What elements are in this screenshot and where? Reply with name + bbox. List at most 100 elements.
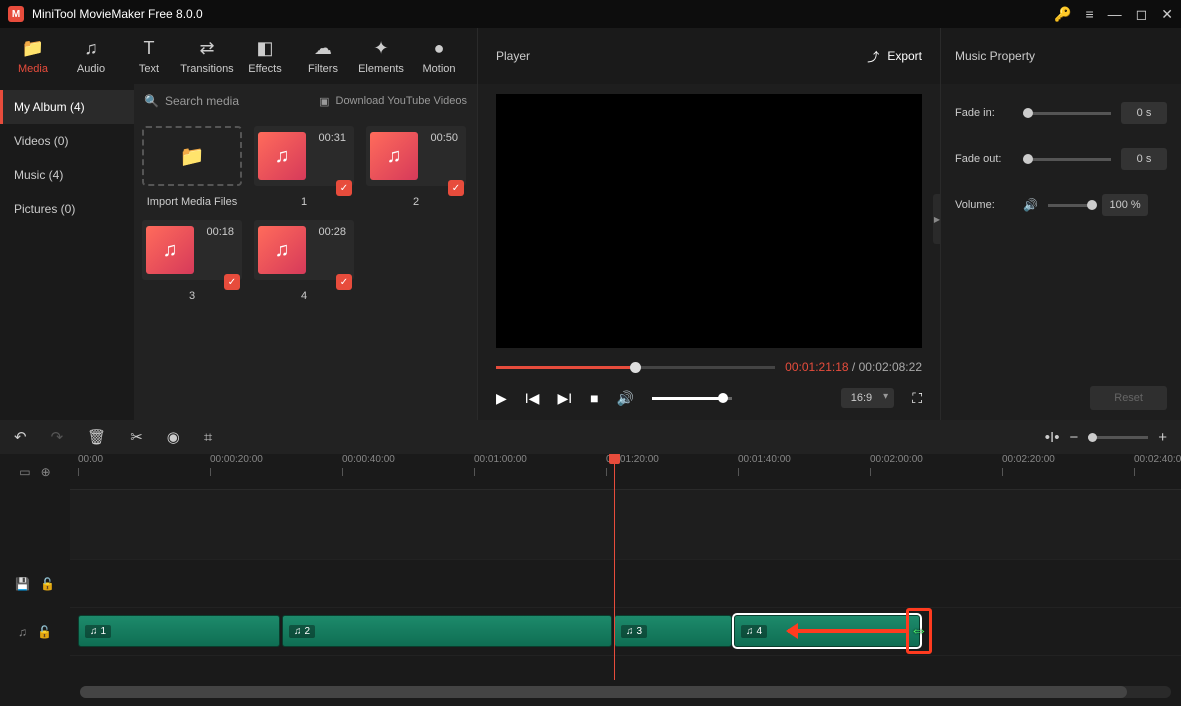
- app-title: MiniTool MovieMaker Free 8.0.0: [32, 7, 203, 21]
- lock-music-icon[interactable]: 🔓: [37, 625, 52, 639]
- album-myalbum[interactable]: My Album (4): [0, 90, 134, 124]
- crop-button[interactable]: ⌗: [204, 429, 212, 446]
- stop-button[interactable]: ■: [590, 390, 598, 406]
- tab-media[interactable]: 📁Media: [4, 28, 62, 84]
- video-track[interactable]: [70, 490, 1181, 560]
- check-icon: ✓: [224, 274, 240, 290]
- redo-button[interactable]: ↷: [51, 428, 64, 446]
- music-clip-2[interactable]: ♫ 2: [282, 615, 612, 647]
- check-icon: ✓: [336, 180, 352, 196]
- fade-out-value[interactable]: 0 s: [1121, 148, 1167, 170]
- tab-motion[interactable]: ●Motion: [410, 28, 468, 84]
- music-track[interactable]: ♫ 1 ♫ 2 ♫ 3 ♫ 4 ⇔: [70, 608, 1181, 656]
- tab-audio[interactable]: ♫Audio: [62, 28, 120, 84]
- youtube-icon: ▣: [319, 95, 329, 108]
- album-list: My Album (4) Videos (0) Music (4) Pictur…: [0, 84, 134, 420]
- zoom-out-button[interactable]: −: [1069, 429, 1078, 446]
- speed-button[interactable]: ◉: [167, 428, 180, 446]
- titlebar: M MiniTool MovieMaker Free 8.0.0 🔑 ≡ — ◻…: [0, 0, 1181, 28]
- undo-button[interactable]: ↶: [14, 428, 27, 446]
- music-icon: ♫: [84, 38, 98, 59]
- music-note-icon: ♫: [258, 132, 306, 180]
- app-logo: M: [8, 6, 24, 22]
- video-preview[interactable]: [496, 94, 922, 348]
- trim-cursor-icon: ⇔: [910, 620, 928, 641]
- fit-zoom-button[interactable]: •I•: [1045, 429, 1060, 446]
- transitions-icon: ⇄: [199, 38, 214, 59]
- timeline-ruler[interactable]: 00:00 00:00:20:00 00:00:40:00 00:01:00:0…: [70, 454, 1181, 490]
- playback-time: 00:01:21:18 / 00:02:08:22: [785, 360, 922, 374]
- volume-prop-value[interactable]: 100 %: [1102, 194, 1148, 216]
- menu-icon[interactable]: ≡: [1085, 6, 1093, 22]
- folder-plus-icon: 📁: [180, 144, 205, 169]
- media-item-2[interactable]: ♫00:50✓ 2: [366, 126, 466, 208]
- minimize-icon[interactable]: —: [1108, 6, 1122, 22]
- close-icon[interactable]: ✕: [1161, 6, 1173, 23]
- music-note-icon: ♫: [370, 132, 418, 180]
- search-media[interactable]: 🔍 Search media: [144, 94, 239, 108]
- fade-in-slider[interactable]: [1023, 112, 1111, 115]
- import-media-card[interactable]: 📁 Import Media Files: [142, 126, 242, 208]
- zoom-slider[interactable]: [1088, 436, 1148, 439]
- download-youtube-link[interactable]: ▣ Download YouTube Videos: [319, 95, 467, 108]
- fade-in-label: Fade in:: [955, 107, 1013, 119]
- maximize-icon[interactable]: ◻: [1136, 6, 1148, 23]
- music-track-icon: ♫: [18, 625, 27, 639]
- volume-prop-slider[interactable]: [1048, 204, 1092, 207]
- fade-in-value[interactable]: 0 s: [1121, 102, 1167, 124]
- check-icon: ✓: [448, 180, 464, 196]
- thumbnail-add-icon[interactable]: ⊕: [41, 465, 51, 479]
- zoom-in-button[interactable]: +: [1158, 429, 1167, 446]
- play-button[interactable]: ▶: [496, 390, 507, 407]
- folder-icon: 📁: [22, 38, 44, 59]
- tab-filters[interactable]: ☁Filters: [294, 28, 352, 84]
- lock-track-icon[interactable]: 🔓: [40, 577, 55, 591]
- media-item-3[interactable]: ♫00:18✓ 3: [142, 220, 242, 302]
- album-pictures[interactable]: Pictures (0): [0, 192, 134, 226]
- key-icon[interactable]: 🔑: [1054, 6, 1071, 23]
- tab-elements[interactable]: ✦Elements: [352, 28, 410, 84]
- media-item-1[interactable]: ♫00:31✓ 1: [254, 126, 354, 208]
- player-title: Player: [496, 49, 530, 63]
- reset-button[interactable]: Reset: [1090, 386, 1167, 410]
- collapse-panel-button[interactable]: ▶: [933, 194, 941, 244]
- property-title: Music Property: [941, 28, 1181, 84]
- timeline-scrollbar[interactable]: [80, 686, 1171, 698]
- tool-tabs: 📁Media ♫Audio TText ⇄Transitions ◧Effect…: [0, 28, 477, 84]
- thumbnail-toggle-icon[interactable]: ▭: [19, 465, 30, 479]
- elements-icon: ✦: [373, 38, 388, 59]
- music-clip-1[interactable]: ♫ 1: [78, 615, 280, 647]
- search-icon: 🔍: [144, 94, 159, 108]
- fullscreen-button[interactable]: ⛶: [912, 390, 922, 407]
- speaker-icon[interactable]: 🔊: [1023, 198, 1038, 212]
- split-button[interactable]: ✂: [130, 428, 143, 446]
- tab-effects[interactable]: ◧Effects: [236, 28, 294, 84]
- music-clip-3[interactable]: ♫ 3: [614, 615, 732, 647]
- overlay-track[interactable]: [70, 560, 1181, 608]
- delete-button[interactable]: 🗑: [87, 428, 106, 446]
- aspect-ratio-select[interactable]: 16:9: [841, 388, 894, 408]
- fade-out-label: Fade out:: [955, 153, 1013, 165]
- save-track-icon[interactable]: 💾: [15, 577, 30, 591]
- playhead[interactable]: [614, 454, 615, 680]
- search-placeholder: Search media: [165, 94, 239, 108]
- volume-icon[interactable]: 🔊: [617, 390, 634, 407]
- playback-progress[interactable]: [496, 366, 775, 369]
- effects-icon: ◧: [256, 38, 273, 59]
- tab-transitions[interactable]: ⇄Transitions: [178, 28, 236, 84]
- next-frame-button[interactable]: ▶I: [557, 390, 572, 407]
- album-videos[interactable]: Videos (0): [0, 124, 134, 158]
- motion-icon: ●: [434, 38, 445, 59]
- volume-slider[interactable]: [652, 397, 732, 400]
- check-icon: ✓: [336, 274, 352, 290]
- fade-out-slider[interactable]: [1023, 158, 1111, 161]
- export-icon: ⤴: [867, 48, 879, 65]
- album-music[interactable]: Music (4): [0, 158, 134, 192]
- music-note-icon: ♫: [258, 226, 306, 274]
- export-button[interactable]: ⤴ Export: [867, 48, 922, 65]
- media-item-4[interactable]: ♫00:28✓ 4: [254, 220, 354, 302]
- tab-text[interactable]: TText: [120, 28, 178, 84]
- filters-icon: ☁: [314, 38, 332, 59]
- volume-label: Volume:: [955, 199, 1013, 211]
- prev-frame-button[interactable]: I◀: [525, 390, 540, 407]
